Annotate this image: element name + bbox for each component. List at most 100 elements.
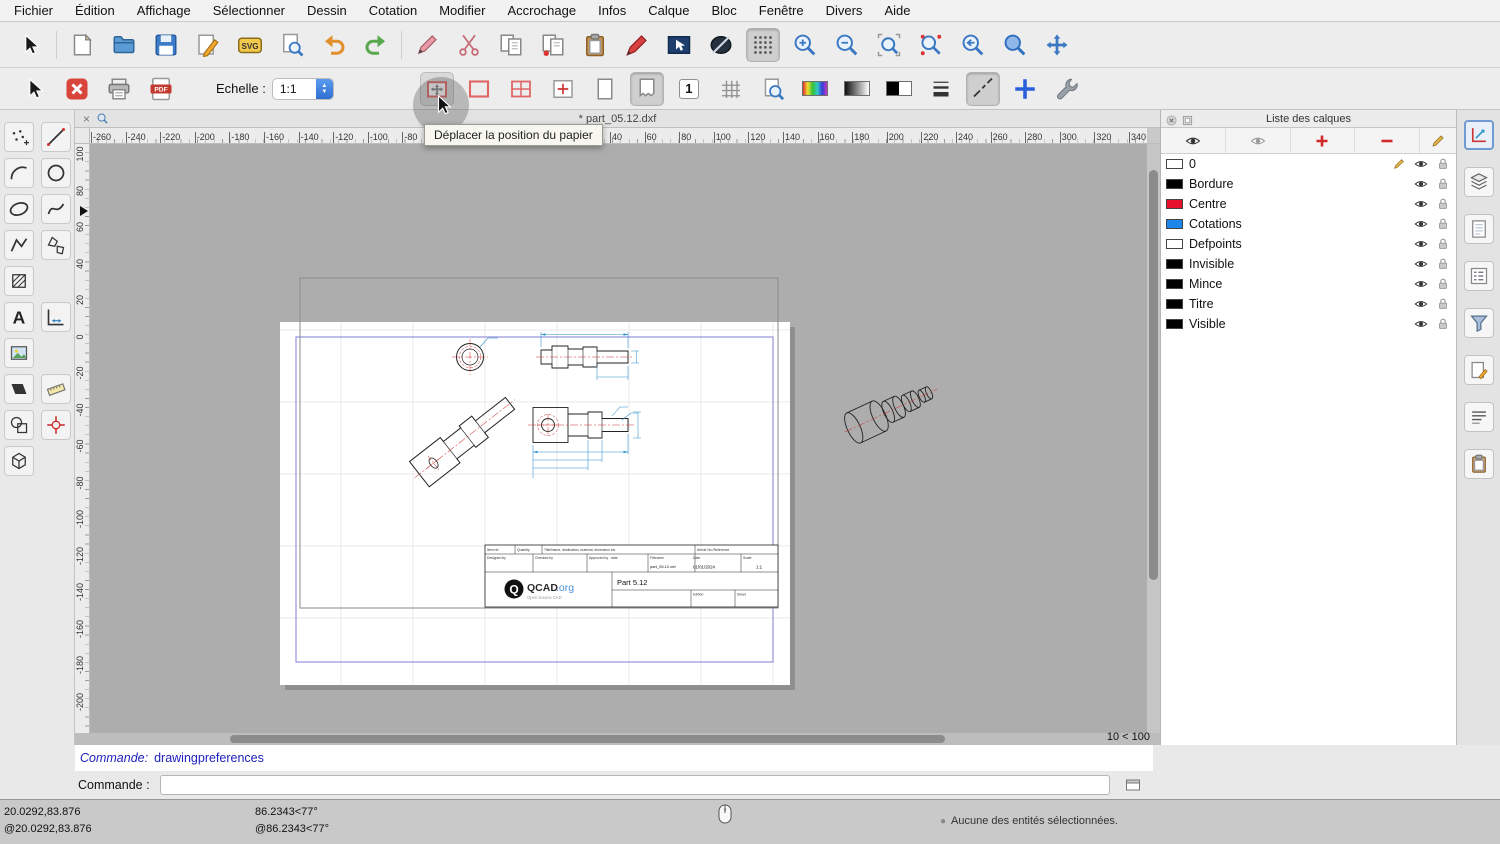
show-paper-grid-button[interactable] [504,72,538,106]
layer-row-Cotations[interactable]: Cotations [1161,214,1456,234]
layer-lock-icon[interactable] [1435,237,1451,251]
grayscale-mode-button[interactable] [840,72,874,106]
pdf-export-button[interactable]: PDF [144,72,178,106]
deselect-all-button[interactable] [704,28,738,62]
line-tools-button[interactable] [41,122,71,152]
shape-tools-button[interactable] [41,230,71,260]
menu-item-2[interactable]: Affichage [137,3,191,18]
menu-item-0[interactable]: Fichier [14,3,53,18]
layer-color-swatch[interactable] [1166,239,1183,249]
layer-lock-icon[interactable] [1435,197,1451,211]
menu-item-13[interactable]: Aide [884,3,910,18]
pan-button[interactable] [1040,28,1074,62]
cad-selection-button[interactable] [18,72,52,106]
edit-layer-button[interactable] [1420,128,1456,153]
hatch-tool-button[interactable] [4,266,34,296]
layer-color-swatch[interactable] [1166,259,1183,269]
previous-view-button[interactable] [956,28,990,62]
menu-item-6[interactable]: Modifier [439,3,485,18]
layer-visibility-eye-icon[interactable] [1413,197,1429,211]
print-preview-button[interactable] [275,28,309,62]
menu-item-12[interactable]: Divers [826,3,863,18]
dock-layer-list-button[interactable] [1464,261,1494,291]
remove-layer-button[interactable] [1355,128,1420,153]
show-all-layers-button[interactable] [1161,128,1226,153]
new-drawing-button[interactable] [65,28,99,62]
undo-button[interactable] [317,28,351,62]
layer-color-swatch[interactable] [1166,299,1183,309]
layer-visibility-eye-icon[interactable] [1413,297,1429,311]
dock-property-editor-button[interactable] [1464,120,1494,150]
circle-tools-button[interactable] [41,158,71,188]
layer-visibility-eye-icon[interactable] [1413,237,1429,251]
layer-row-Invisible[interactable]: Invisible [1161,254,1456,274]
arc-tools-button[interactable] [4,158,34,188]
modify-tools-button[interactable] [4,410,34,440]
hide-all-layers-button[interactable] [1226,128,1291,153]
add-layer-button[interactable] [1291,128,1356,153]
copy-with-reference-button[interactable] [536,28,570,62]
paper-origin-button[interactable] [546,72,580,106]
layer-lock-icon[interactable] [1435,177,1451,191]
layer-color-swatch[interactable] [1166,199,1183,209]
layer-color-swatch[interactable] [1166,159,1183,169]
preview-zoom-button[interactable] [756,72,790,106]
horizontal-scrollbar-thumb[interactable] [230,735,945,743]
snap-tools-button[interactable] [41,410,71,440]
layer-row-Centre[interactable]: Centre [1161,194,1456,214]
layer-row-Visible[interactable]: Visible [1161,314,1456,334]
dock-block-list-button[interactable] [1464,167,1494,197]
layer-lock-icon[interactable] [1435,257,1451,271]
menu-item-11[interactable]: Fenêtre [759,3,804,18]
lineweight-display-button[interactable] [924,72,958,106]
drawing-preferences-button[interactable] [191,28,225,62]
scale-select[interactable]: 1:1 ▲▼ [272,78,334,100]
measure-tools-button[interactable] [41,374,71,404]
menu-item-10[interactable]: Bloc [711,3,736,18]
dock-template-button[interactable] [1464,355,1494,385]
horizontal-scrollbar[interactable]: 10 < 100 [75,733,1160,745]
zoom-window-button[interactable] [998,28,1032,62]
crosshair-button[interactable] [1008,72,1042,106]
print-button[interactable] [102,72,136,106]
linetype-display-button[interactable] [966,72,1000,106]
save-drawing-button[interactable] [149,28,183,62]
layer-visibility-eye-icon[interactable] [1413,317,1429,331]
dock-view-list-button[interactable] [1464,214,1494,244]
dock-library-browser-button[interactable] [1464,449,1494,479]
command-input[interactable] [160,775,1110,795]
menu-item-1[interactable]: Édition [75,3,115,18]
paste-along-entity-button[interactable] [620,28,654,62]
layer-color-swatch[interactable] [1166,179,1183,189]
select-mode-button[interactable] [662,28,696,62]
layer-visibility-eye-icon[interactable] [1413,277,1429,291]
layer-lock-icon[interactable] [1435,297,1451,311]
dimension-tools-button[interactable] [41,302,71,332]
layer-color-swatch[interactable] [1166,319,1183,329]
layer-row-Mince[interactable]: Mince [1161,274,1456,294]
selection-arrow-button[interactable] [14,28,48,62]
single-page-mode-button[interactable] [588,72,622,106]
ellipse-tools-button[interactable] [4,194,34,224]
full-color-mode-button[interactable] [798,72,832,106]
layer-row-Defpoints[interactable]: Defpoints [1161,234,1456,254]
text-tool-button[interactable]: A [4,302,34,332]
layer-lock-icon[interactable] [1435,217,1451,231]
cut-button[interactable] [452,28,486,62]
solid-tools-button[interactable] [4,446,34,476]
menu-item-7[interactable]: Accrochage [507,3,576,18]
menu-item-5[interactable]: Cotation [369,3,417,18]
polyline-tools-button[interactable] [4,230,34,260]
paste-button[interactable] [578,28,612,62]
layer-lock-icon[interactable] [1435,277,1451,291]
layer-row-Titre[interactable]: Titre [1161,294,1456,314]
layer-color-swatch[interactable] [1166,279,1183,289]
draft-mode-button[interactable]: 1 [672,72,706,106]
zoom-out-button[interactable] [830,28,864,62]
layer-lock-icon[interactable] [1435,157,1451,171]
layer-visibility-eye-icon[interactable] [1413,177,1429,191]
copy-button[interactable] [494,28,528,62]
command-window-icon[interactable] [1124,777,1142,793]
menu-item-4[interactable]: Dessin [307,3,347,18]
grid-snap-button[interactable] [746,28,780,62]
